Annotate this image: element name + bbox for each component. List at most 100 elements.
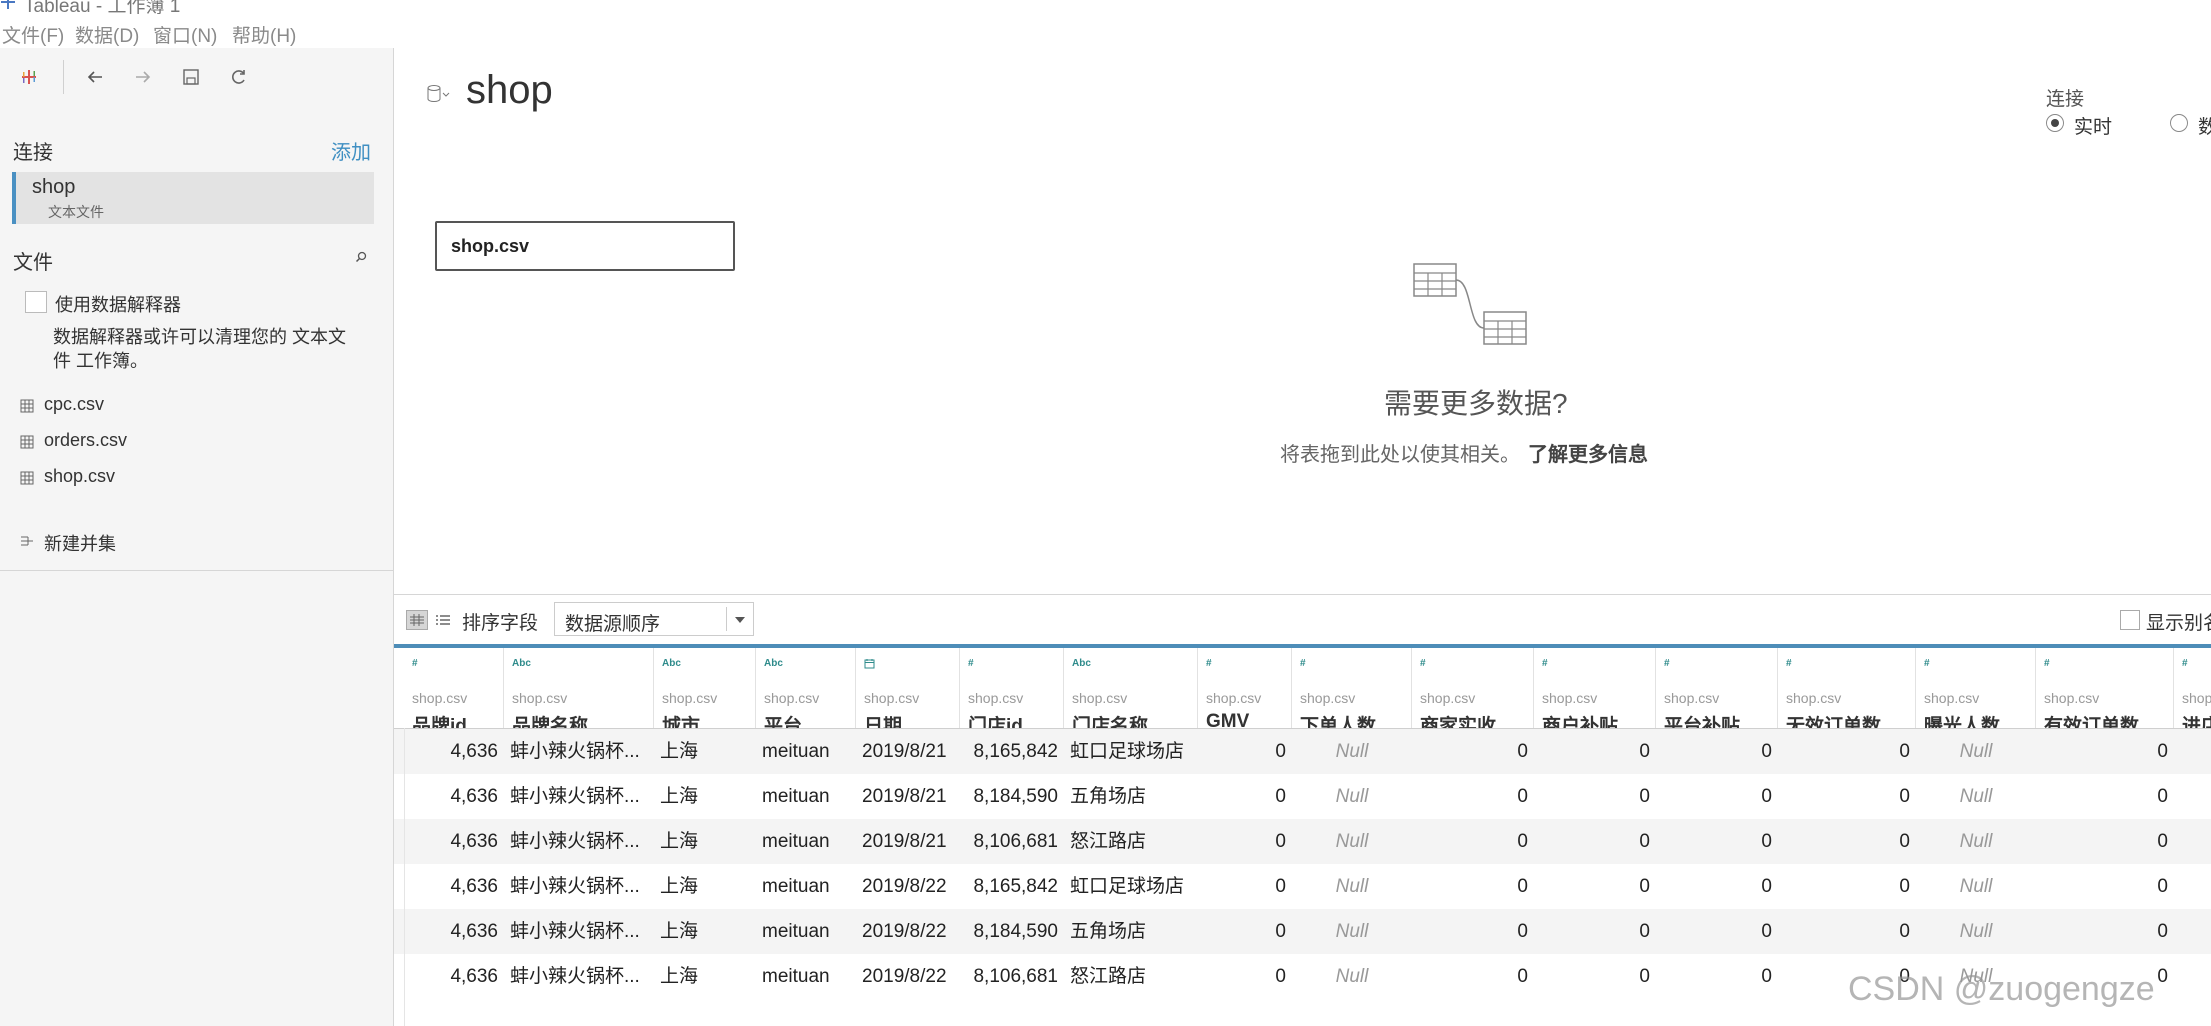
table-cell[interactable]: 0 [2036, 819, 2174, 864]
table-cell[interactable]: 0 [2036, 909, 2174, 954]
column-header[interactable]: # shop 进店 [2174, 648, 2211, 737]
string-type-icon[interactable]: Abc [662, 658, 681, 669]
table-cell[interactable]: 0 [1412, 864, 1534, 909]
sort-field-select[interactable]: 数据源顺序 [554, 602, 754, 636]
table-cell[interactable]: Null [1292, 954, 1412, 999]
column-header[interactable]: # shop.csv 下单人数 [1292, 648, 1412, 737]
extract-radio[interactable] [2170, 114, 2188, 132]
table-cell[interactable]: 0 [1198, 729, 1292, 774]
number-type-icon[interactable]: # [2044, 658, 2050, 669]
table-cell[interactable]: 8,106,681 [960, 819, 1064, 864]
file-item-orders[interactable]: orders.csv [20, 427, 360, 457]
number-type-icon[interactable]: # [1300, 658, 1306, 669]
datasource-title[interactable]: shop [466, 68, 553, 113]
table-cell[interactable]: 0 [1198, 864, 1292, 909]
connection-item[interactable]: shop 文本文件 [12, 172, 374, 224]
table-cell[interactable]: 0 [1198, 909, 1292, 954]
table-cell[interactable]: 0 [1198, 819, 1292, 864]
table-cell[interactable]: 0 [1534, 909, 1656, 954]
column-header[interactable]: # shop.csv 门店id [960, 648, 1064, 737]
number-type-icon[interactable]: # [1206, 658, 1212, 669]
table-cell[interactable]: 0 [1656, 729, 1778, 774]
table-cell[interactable]: 上海 [654, 909, 756, 954]
menu-data[interactable]: 数据(D) [75, 21, 139, 48]
table-cell[interactable]: meituan [756, 819, 856, 864]
table-cell[interactable]: 2019/8/22 [856, 864, 960, 909]
table-cell[interactable]: 0 [1778, 819, 1916, 864]
table-cell[interactable] [2174, 954, 2211, 999]
table-cell[interactable] [2174, 774, 2211, 819]
table-cell[interactable]: 2019/8/21 [856, 774, 960, 819]
table-cell[interactable]: 怒江路店 [1064, 819, 1198, 864]
table-cell[interactable]: 0 [1534, 864, 1656, 909]
table-cell[interactable]: 2019/8/22 [856, 954, 960, 999]
table-cell[interactable]: 4,636 [404, 909, 504, 954]
canvas-table[interactable]: shop.csv [435, 221, 735, 271]
menu-help[interactable]: 帮助(H) [232, 21, 296, 48]
table-cell[interactable]: meituan [756, 909, 856, 954]
table-cell[interactable]: 0 [1412, 819, 1534, 864]
table-cell[interactable]: 蚌小辣火锅杯... [504, 729, 654, 774]
table-cell[interactable]: 2019/8/21 [856, 729, 960, 774]
table-cell[interactable]: 0 [1656, 909, 1778, 954]
table-cell[interactable]: Null [1292, 819, 1412, 864]
menu-window[interactable]: 窗口(N) [153, 21, 217, 48]
table-cell[interactable]: 0 [1412, 729, 1534, 774]
table-cell[interactable]: 4,636 [404, 774, 504, 819]
table-cell[interactable]: Null [1916, 819, 2036, 864]
string-type-icon[interactable]: Abc [512, 658, 531, 669]
table-cell[interactable]: 0 [1656, 864, 1778, 909]
table-cell[interactable]: 8,184,590 [960, 774, 1064, 819]
column-header[interactable]: # shop.csv 品牌id [404, 648, 504, 737]
table-cell[interactable]: 怒江路店 [1064, 954, 1198, 999]
table-cell[interactable]: 0 [1534, 819, 1656, 864]
number-type-icon[interactable]: # [1420, 658, 1426, 669]
table-cell[interactable]: 0 [1656, 774, 1778, 819]
table-cell[interactable]: 2019/8/21 [856, 819, 960, 864]
table-cell[interactable]: 8,184,590 [960, 909, 1064, 954]
file-item-shop[interactable]: shop.csv [20, 463, 360, 493]
table-cell[interactable]: 五角场店 [1064, 774, 1198, 819]
table-cell[interactable]: 8,165,842 [960, 729, 1064, 774]
table-cell[interactable]: 8,106,681 [960, 954, 1064, 999]
column-header[interactable]: Abc shop.csv 平台 [756, 648, 856, 737]
table-cell[interactable]: Null [1916, 909, 2036, 954]
table-cell[interactable] [2174, 819, 2211, 864]
table-cell[interactable]: Null [1292, 909, 1412, 954]
table-cell[interactable]: Null [1292, 864, 1412, 909]
add-connection-link[interactable]: 添加 [331, 136, 371, 165]
learn-more-link[interactable]: 了解更多信息 [1528, 444, 1648, 466]
table-cell[interactable]: meituan [756, 729, 856, 774]
column-header[interactable]: # shop.csv 无效订单数 [1778, 648, 1916, 737]
table-cell[interactable] [2174, 909, 2211, 954]
column-header[interactable]: shop.csv 日期 [856, 648, 960, 737]
interpreter-checkbox[interactable] [25, 291, 47, 313]
table-cell[interactable]: 0 [2036, 774, 2174, 819]
table-cell[interactable]: 4,636 [404, 729, 504, 774]
table-cell[interactable]: 0 [1412, 909, 1534, 954]
search-icon[interactable] [355, 250, 367, 268]
live-radio[interactable] [2046, 114, 2064, 132]
number-type-icon[interactable]: # [1664, 658, 1670, 669]
show-alias-checkbox[interactable] [2120, 610, 2140, 630]
forward-arrow-icon[interactable] [128, 62, 158, 92]
table-cell[interactable]: 上海 [654, 954, 756, 999]
file-item-cpc[interactable]: cpc.csv [20, 391, 360, 421]
table-cell[interactable]: 4,636 [404, 819, 504, 864]
table-cell[interactable]: Null [1916, 774, 2036, 819]
column-header[interactable]: Abc shop.csv 门店名称 [1064, 648, 1198, 737]
number-type-icon[interactable]: # [1924, 658, 1930, 669]
number-type-icon[interactable]: # [1786, 658, 1792, 669]
table-cell[interactable]: 0 [2036, 729, 2174, 774]
table-cell[interactable]: Null [1292, 729, 1412, 774]
column-header[interactable]: # shop.csv 商户补贴 [1534, 648, 1656, 737]
table-cell[interactable]: 0 [1778, 729, 1916, 774]
table-cell[interactable] [2174, 729, 2211, 774]
column-header[interactable]: Abc shop.csv 城市 [654, 648, 756, 737]
table-cell[interactable]: 上海 [654, 774, 756, 819]
number-type-icon[interactable]: # [1542, 658, 1548, 669]
table-cell[interactable]: 0 [1778, 909, 1916, 954]
column-header[interactable]: # shop.csv 平台补贴 [1656, 648, 1778, 737]
table-cell[interactable]: Null [1292, 774, 1412, 819]
column-header[interactable]: # shop.csv GMV [1198, 648, 1292, 732]
